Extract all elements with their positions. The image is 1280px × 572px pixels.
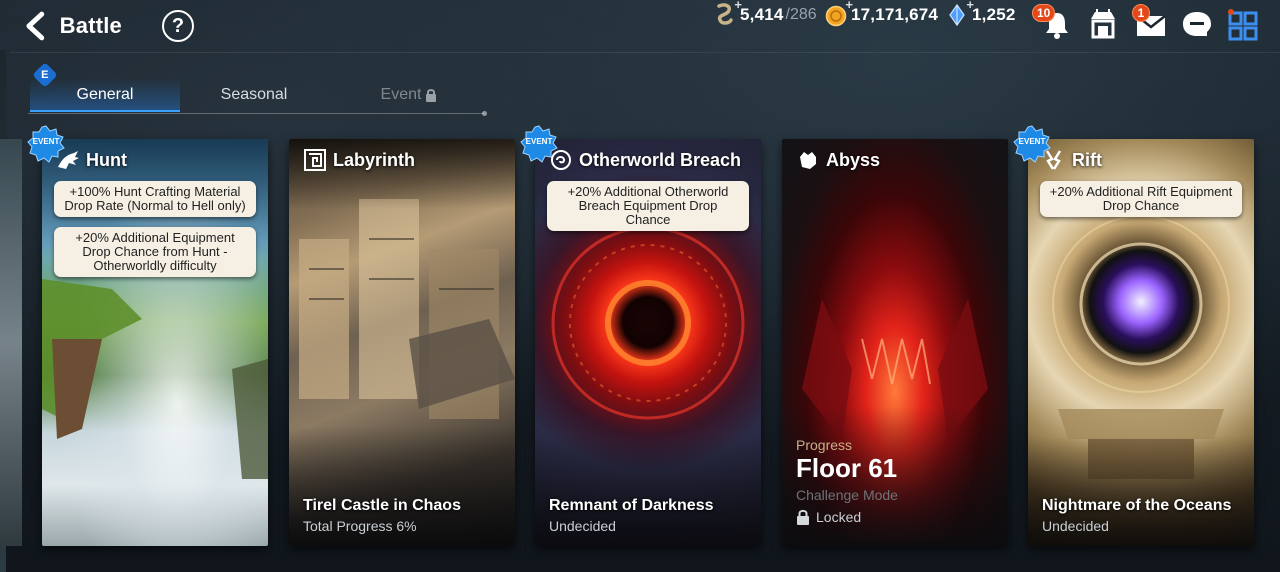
lock-icon	[797, 509, 809, 525]
stamina-max: /286	[785, 6, 817, 23]
notification-bell-button[interactable]: 10	[1032, 4, 1074, 42]
tab-underline	[28, 111, 487, 116]
grid-menu-icon	[1228, 9, 1258, 41]
abyss-challenge-status: Locked	[816, 509, 862, 525]
card-abyss[interactable]: Abyss Progress Floor 61 Challenge Mode L…	[782, 139, 1008, 546]
card-abyss-title: Abyss	[826, 149, 881, 170]
crystal-icon: +	[946, 0, 974, 27]
tab-event-label: Event	[380, 86, 422, 103]
card-labyrinth-title: Labyrinth	[333, 149, 416, 170]
previous-card-edge	[0, 139, 22, 546]
abyss-floor: Floor 61	[796, 453, 898, 483]
rift-event-seal-label: EVENT	[1018, 137, 1046, 146]
top-bar: Battle ? + 5,414 /286 + 17,171,674 + 1,2…	[0, 0, 1280, 52]
stamina-plus: +	[734, 0, 742, 12]
menu-grid-button[interactable]	[1226, 8, 1260, 42]
shop-button[interactable]	[1086, 8, 1120, 42]
chat-button[interactable]	[1180, 8, 1214, 42]
hunt-event-seal-label: EVENT	[32, 137, 60, 146]
gold-value: 17,171,674	[851, 5, 939, 24]
gold-icon: +	[825, 0, 853, 27]
card-rift[interactable]: Rift +20% Additional Rift Equipment Drop…	[1028, 139, 1254, 546]
abyss-fist-icon	[800, 152, 816, 169]
card-hunt[interactable]: Hunt +100% Hunt Crafting Material Drop R…	[42, 139, 268, 546]
rift-bonus-pill: +20% Additional Rift Equipment Drop Chan…	[1040, 181, 1242, 217]
help-button[interactable]: ?	[162, 10, 194, 42]
breach-event-seal: EVENT	[520, 125, 558, 163]
page-title: Battle	[59, 13, 122, 38]
rift-event-seal: EVENT	[1013, 125, 1051, 163]
abyss-challenge-mode: Challenge Mode	[796, 487, 898, 503]
back-button[interactable]: Battle	[22, 10, 122, 42]
tab-general[interactable]: General	[30, 78, 180, 112]
hunt-bonus-pill-1: +100% Hunt Crafting Material Drop Rate (…	[54, 181, 256, 217]
rift-location: Nightmare of the Oceans	[1042, 497, 1232, 514]
back-arrow-icon	[26, 11, 45, 41]
gold-display[interactable]: + 17,171,674	[825, 0, 938, 30]
hunt-event-seal: EVENT	[27, 125, 65, 163]
lock-icon	[426, 89, 437, 102]
rift-status: Undecided	[1042, 518, 1109, 534]
breach-bonus-pill: +20% Additional Otherworld Breach Equipm…	[547, 181, 749, 231]
shop-icon	[1091, 9, 1115, 39]
gold-plus: +	[845, 0, 853, 12]
top-divider	[10, 52, 1280, 53]
card-labyrinth[interactable]: Labyrinth Tirel Castle in Chaos Total Pr…	[289, 139, 515, 546]
tab-seasonal-label: Seasonal	[220, 86, 288, 103]
labyrinth-location: Tirel Castle in Chaos	[303, 497, 461, 514]
stamina-value: 5,414	[740, 5, 784, 24]
card-otherworld-breach[interactable]: Otherworld Breach +20% Additional Otherw…	[535, 139, 761, 546]
abyss-progress-label: Progress	[796, 437, 853, 453]
stamina-icon: +	[714, 0, 742, 27]
hunt-bonus-pill-2: +20% Additional Equipment Drop Chance fr…	[54, 227, 256, 277]
crystal-value: 1,252	[972, 5, 1016, 24]
mail-button[interactable]: 1	[1132, 4, 1168, 42]
stamina-display[interactable]: + 5,414 /286	[714, 0, 817, 30]
tab-event[interactable]: Event	[334, 78, 484, 112]
tab-bar: E General Seasonal Event	[28, 62, 487, 118]
breach-location: Remnant of Darkness	[549, 497, 714, 514]
card-rift-title: Rift	[1072, 149, 1102, 170]
crystal-plus: +	[966, 0, 974, 12]
bell-count-badge: 10	[1032, 4, 1056, 22]
labyrinth-progress: Total Progress 6%	[303, 518, 417, 534]
island-art	[42, 279, 268, 479]
tab-seasonal[interactable]: Seasonal	[179, 78, 329, 112]
breach-event-seal-label: EVENT	[525, 137, 553, 146]
card-hunt-title: Hunt	[86, 149, 127, 170]
card-otherworld-breach-title: Otherworld Breach	[579, 149, 742, 170]
tab-general-label: General	[76, 86, 134, 103]
crystal-display[interactable]: + 1,252	[946, 0, 1016, 30]
mail-count-badge: 1	[1132, 4, 1150, 22]
breach-status: Undecided	[549, 518, 616, 534]
labyrinth-maze-icon	[304, 149, 326, 171]
chat-icon	[1183, 12, 1211, 36]
